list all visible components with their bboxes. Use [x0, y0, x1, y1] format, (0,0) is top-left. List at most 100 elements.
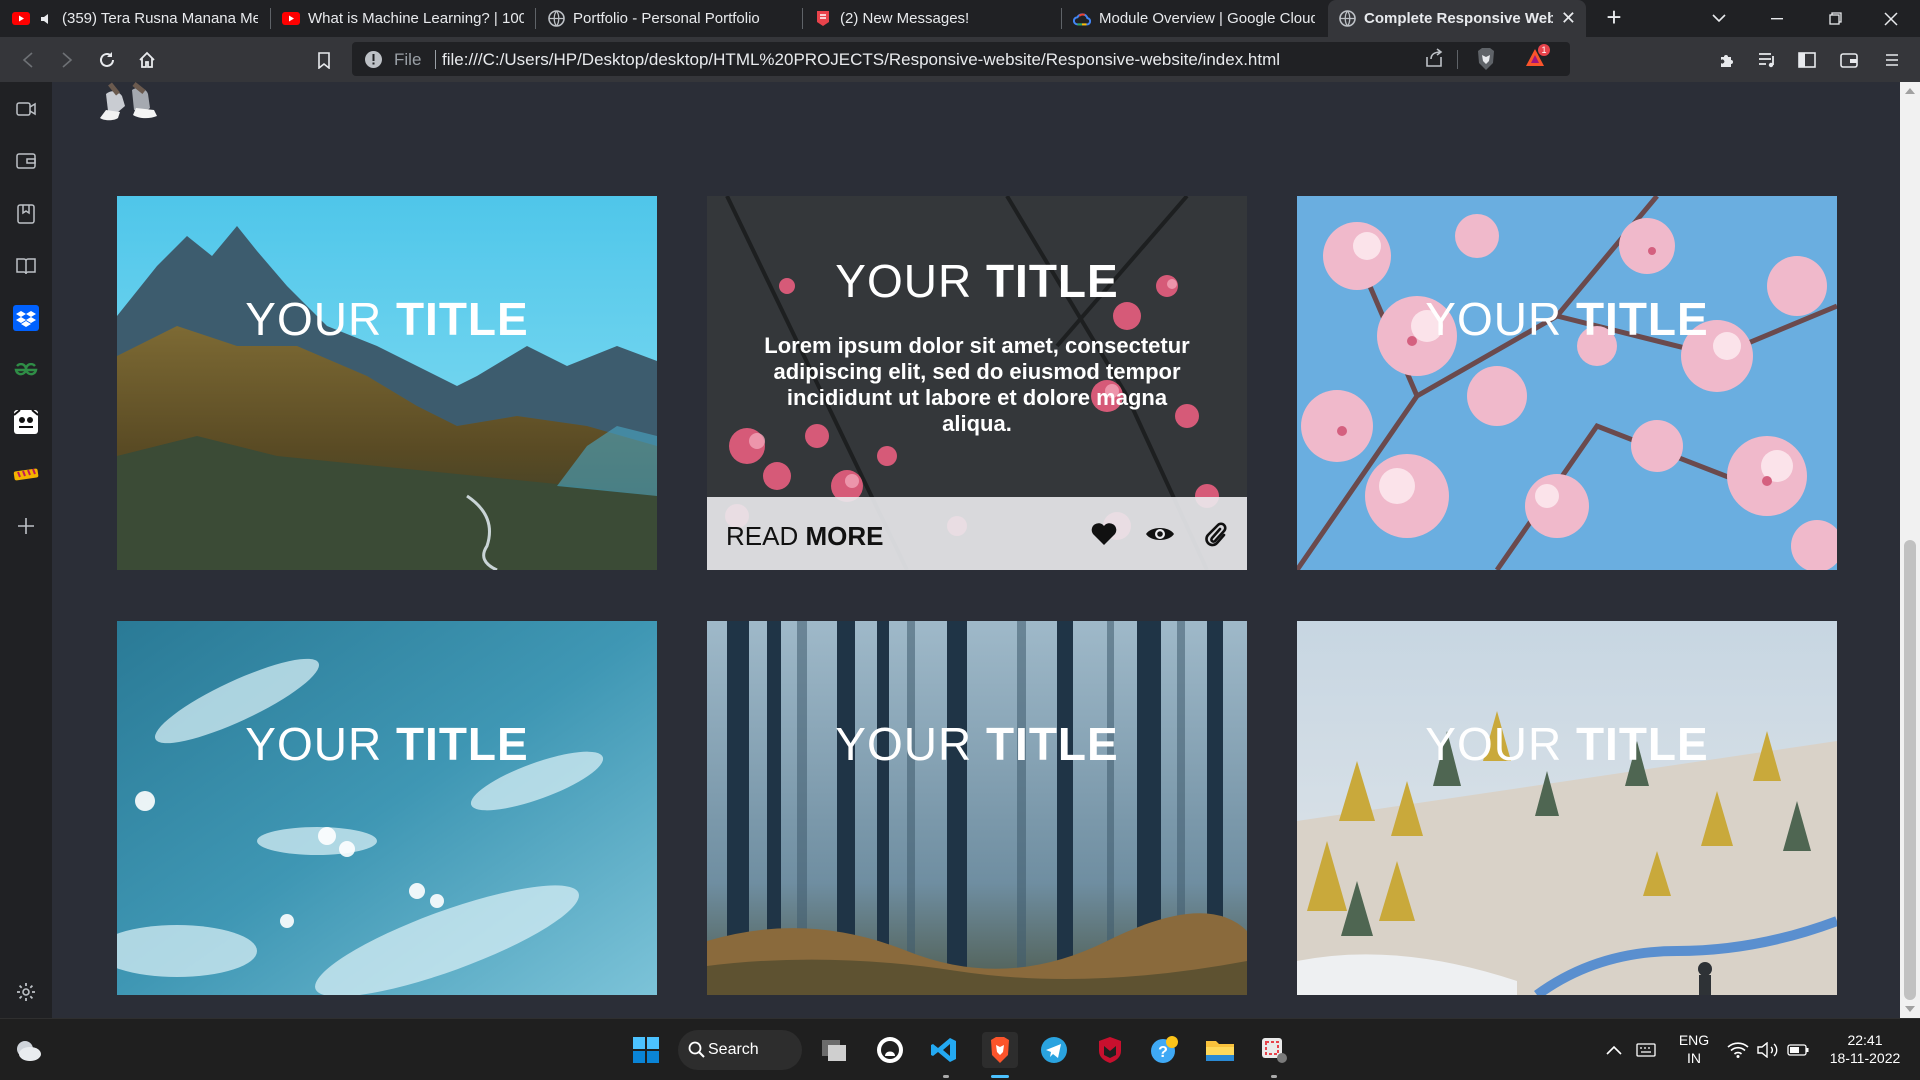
chevron-up-icon[interactable] — [1596, 1032, 1632, 1068]
cropped-image — [92, 82, 272, 132]
clock-time: 22:41 — [1847, 1032, 1883, 1048]
new-tab-button[interactable]: + — [1600, 4, 1628, 32]
tab-1[interactable]: What is Machine Learning? | 100 — [272, 0, 534, 37]
back-icon[interactable] — [14, 46, 42, 74]
wallet-icon[interactable] — [1835, 46, 1863, 74]
taskbar-search[interactable]: Search — [678, 1030, 802, 1070]
scrollbar-thumb[interactable] — [1904, 540, 1916, 1000]
running-indicator — [943, 1075, 949, 1078]
scroll-down-arrow[interactable] — [1905, 1006, 1915, 1012]
app-icon[interactable] — [12, 408, 40, 436]
clock[interactable]: 22:41 18-11-2022 — [1822, 1031, 1908, 1067]
snipping-tool-icon[interactable] — [1256, 1032, 1292, 1068]
settings-icon[interactable] — [12, 978, 40, 1006]
card-image — [1297, 196, 1837, 570]
tab-3[interactable]: (2) New Messages! — [804, 0, 1060, 37]
url-scheme-label: File — [394, 50, 422, 69]
scroll-up-arrow[interactable] — [1905, 88, 1915, 94]
card-title-light: YOUR — [835, 255, 986, 307]
menu-icon[interactable] — [1878, 46, 1906, 74]
clock-date: 18-11-2022 — [1829, 1050, 1901, 1066]
input-language[interactable]: ENG IN — [1672, 1031, 1716, 1067]
url-text[interactable]: file:///C:/Users/HP/Desktop/desktop/HTML… — [442, 50, 1280, 70]
card-title: YOUR TITLE — [707, 254, 1247, 308]
eye-icon[interactable] — [1145, 519, 1175, 549]
keyboard-icon[interactable] — [1628, 1032, 1664, 1068]
file-explorer-icon[interactable] — [1202, 1032, 1238, 1068]
extensions-icon[interactable] — [1713, 46, 1741, 74]
muted-speaker-icon[interactable] — [38, 10, 56, 28]
gallery-card-cherry-blossom[interactable]: YOUR TITLE — [1297, 196, 1837, 570]
card-title-light: YOUR — [1425, 293, 1576, 345]
playlist-icon[interactable] — [1753, 46, 1781, 74]
forward-icon[interactable] — [53, 46, 81, 74]
heart-icon[interactable] — [1089, 519, 1119, 549]
gallery-card-clouds[interactable]: YOUR TITLE — [117, 621, 657, 995]
svg-text:?: ? — [1158, 1044, 1168, 1061]
bookmark-icon[interactable] — [310, 46, 338, 74]
gallery-card-autumn-hillside[interactable]: YOUR TITLE — [1297, 621, 1837, 995]
read-more-bold: MORE — [805, 521, 884, 551]
browser-sidebar — [0, 82, 52, 1018]
gallery-card-mountain[interactable]: YOUR TITLE — [117, 196, 657, 570]
tab-5-active[interactable]: Complete Responsive Websi ✕ — [1328, 0, 1586, 37]
brave-shields-icon[interactable] — [1476, 47, 1496, 71]
weather-icon[interactable] — [10, 1032, 46, 1068]
reading-list-icon[interactable] — [12, 252, 40, 280]
card-title-light: YOUR — [1425, 718, 1576, 770]
telegram-icon[interactable] — [1036, 1032, 1072, 1068]
vscode-icon[interactable] — [926, 1032, 962, 1068]
card-title: YOUR TITLE — [707, 717, 1247, 771]
globe-icon — [1338, 10, 1356, 28]
info-icon[interactable] — [364, 50, 383, 69]
help-icon[interactable]: ? — [1146, 1032, 1182, 1068]
minimize-icon[interactable] — [1748, 0, 1806, 37]
restore-icon[interactable] — [1806, 0, 1864, 37]
wallet-icon[interactable] — [12, 147, 40, 175]
tab-title: Module Overview | Google Cloud — [1099, 10, 1315, 27]
url-divider — [435, 50, 436, 69]
paperclip-icon[interactable] — [1200, 519, 1230, 549]
task-view-icon[interactable] — [816, 1032, 852, 1068]
windows-taskbar: Search ? ENG IN 22:41 18-11-2022 — [0, 1018, 1920, 1080]
divider — [1457, 50, 1458, 69]
tab-2[interactable]: Portfolio - Personal Portfolio — [537, 0, 801, 37]
side-panel-icon[interactable] — [1793, 46, 1821, 74]
github-icon[interactable] — [872, 1032, 908, 1068]
card-image — [707, 621, 1247, 995]
close-window-icon[interactable] — [1862, 0, 1920, 37]
geeksforgeeks-icon[interactable] — [12, 356, 40, 384]
add-icon[interactable] — [12, 512, 40, 540]
reload-icon[interactable] — [93, 46, 121, 74]
card-title-bold: TITLE — [395, 293, 529, 345]
tab-separator — [270, 8, 271, 29]
read-more-light: READ — [726, 521, 806, 551]
card-title-bold: TITLE — [395, 718, 529, 770]
mail-icon — [814, 10, 832, 28]
extension-icon[interactable] — [12, 460, 40, 488]
tab-title: Portfolio - Personal Portfolio — [573, 10, 760, 27]
home-icon[interactable] — [133, 46, 161, 74]
card-title-bold: TITLE — [985, 255, 1119, 307]
share-icon[interactable] — [1424, 48, 1444, 68]
search-label: Search — [708, 1041, 759, 1058]
battery-icon[interactable] — [1780, 1032, 1816, 1068]
close-tab-icon[interactable]: ✕ — [1561, 8, 1576, 29]
brave-icon[interactable] — [982, 1032, 1018, 1068]
rewards-badge: 1 — [1538, 44, 1550, 56]
gallery-card-blossom-hover[interactable]: YOUR TITLE Lorem ipsum dolor sit amet, c… — [707, 196, 1247, 570]
page-scrollbar[interactable] — [1900, 82, 1920, 1018]
address-bar[interactable]: File file:///C:/Users/HP/Desktop/desktop… — [352, 42, 1570, 76]
card-image — [1297, 621, 1837, 995]
tab-strip: (359) Tera Rusna Manana Me What is Machi… — [0, 0, 1920, 37]
tab-search-icon[interactable] — [1690, 0, 1748, 37]
video-call-icon[interactable] — [12, 95, 40, 123]
tab-0[interactable]: (359) Tera Rusna Manana Me — [2, 0, 268, 37]
tab-4[interactable]: Module Overview | Google Cloud — [1063, 0, 1325, 37]
mcafee-icon[interactable] — [1092, 1032, 1128, 1068]
dropbox-icon[interactable] — [12, 304, 40, 332]
gallery-card-misty-forest[interactable]: YOUR TITLE — [707, 621, 1247, 995]
read-more-link[interactable]: READ MORE — [726, 521, 883, 552]
start-icon[interactable] — [628, 1032, 664, 1068]
bookmarks-icon[interactable] — [12, 200, 40, 228]
